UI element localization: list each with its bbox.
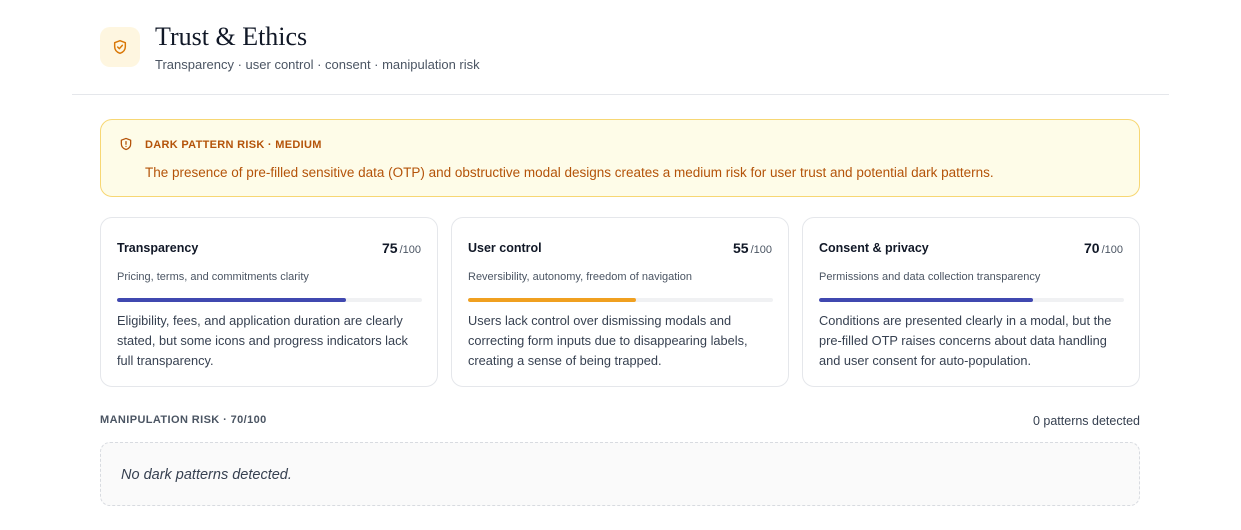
card-description: Users lack control over dismissing modal… (468, 313, 748, 368)
dark-patterns-empty-state: No dark patterns detected. (100, 442, 1140, 506)
score-progress-bar (117, 298, 422, 302)
score-progress-bar (468, 298, 773, 302)
page-subtitle: Transparency · user control · consent · … (155, 57, 480, 72)
score-card-transparency: Transparency 75/100 Pricing, terms, and … (100, 217, 438, 387)
header-divider (72, 94, 1169, 95)
card-title: Transparency (117, 241, 199, 255)
card-subtitle: Permissions and data collection transpar… (819, 271, 1041, 283)
empty-state-message: No dark patterns detected. (121, 467, 292, 483)
card-score: 70/100 (1084, 240, 1123, 256)
patterns-detected-count: 0 patterns detected (1032, 414, 1140, 428)
score-progress-bar (819, 298, 1124, 302)
score-card-consent-privacy: Consent & privacy 70/100 Permissions and… (802, 217, 1140, 387)
card-score: 55/100 (733, 240, 772, 256)
alert-message: The presence of pre-filled sensitive dat… (145, 165, 994, 180)
card-score: 75/100 (382, 240, 421, 256)
shield-check-icon (100, 27, 140, 67)
alert-title: DARK PATTERN RISK · MEDIUM (145, 139, 322, 151)
card-description: Conditions are presented clearly in a mo… (819, 313, 1112, 368)
card-title: User control (468, 241, 542, 255)
score-card-user-control: User control 55/100 Reversibility, auton… (451, 217, 789, 387)
page-header: Trust & Ethics Transparency · user contr… (100, 22, 480, 72)
card-subtitle: Pricing, terms, and commitments clarity (117, 271, 309, 283)
card-title: Consent & privacy (819, 241, 929, 255)
manipulation-risk-label: MANIPULATION RISK · 70/100 (100, 414, 267, 426)
dark-pattern-risk-alert: DARK PATTERN RISK · MEDIUM The presence … (100, 119, 1140, 197)
shield-alert-icon (119, 137, 133, 156)
card-subtitle: Reversibility, autonomy, freedom of navi… (468, 271, 692, 283)
card-description: Eligibility, fees, and application durat… (117, 313, 408, 368)
page-title: Trust & Ethics (155, 22, 308, 51)
